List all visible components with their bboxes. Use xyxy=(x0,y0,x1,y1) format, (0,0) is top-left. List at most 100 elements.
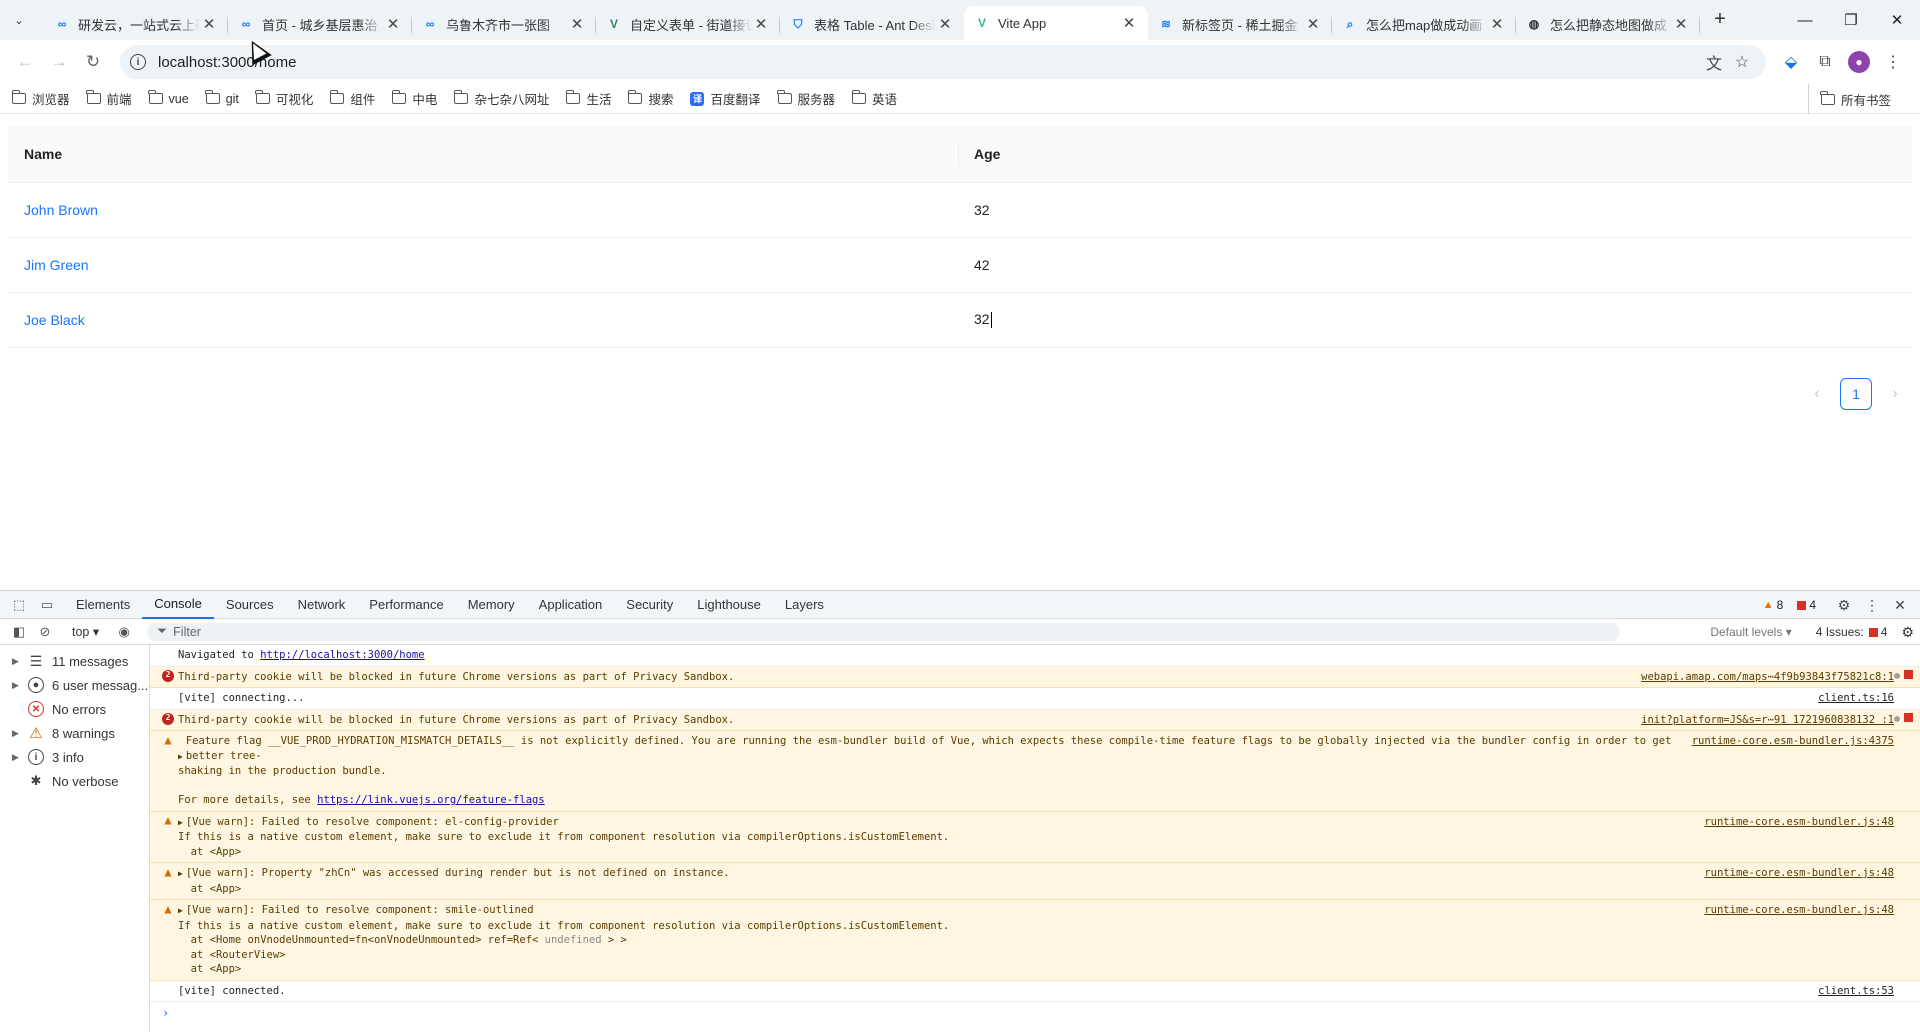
expand-arrow-icon[interactable]: ▶ xyxy=(178,869,183,878)
bookmark-item[interactable]: 前端 xyxy=(86,89,132,108)
close-window-button[interactable]: ✕ xyxy=(1874,0,1920,40)
expand-arrow-icon[interactable]: ▶ xyxy=(178,906,183,915)
close-tab-icon[interactable]: ✕ xyxy=(200,15,218,33)
devtools-tab-lighthouse[interactable]: Lighthouse xyxy=(685,591,773,619)
browser-tab[interactable]: ∞ 研发云，一站式云上研发✕ xyxy=(44,8,228,40)
expand-arrow-icon[interactable]: ▶ xyxy=(12,680,22,691)
bookmark-item[interactable]: vue xyxy=(148,89,189,108)
address-bar[interactable]: i localhost:3000/home 文 ☆ xyxy=(120,45,1766,79)
message-source-link[interactable]: runtime-core.esm-bundler.js:48 xyxy=(1704,866,1894,881)
devtools-tab-security[interactable]: Security xyxy=(614,591,685,619)
bookmark-item[interactable]: 可视化 xyxy=(255,89,313,108)
error-count[interactable]: 4 xyxy=(1809,598,1816,612)
close-devtools-icon[interactable]: ✕ xyxy=(1886,597,1914,614)
close-tab-icon[interactable]: ✕ xyxy=(384,15,402,33)
sidebar-item-warning[interactable]: ▶ ⚠ 8 warnings xyxy=(0,721,149,745)
name-link[interactable]: Joe Black xyxy=(24,312,85,328)
close-tab-icon[interactable]: ✕ xyxy=(1488,15,1506,33)
console-prompt-input[interactable]: › xyxy=(150,1002,1920,1020)
inspect-element-icon[interactable]: ⬚ xyxy=(8,597,30,613)
close-tab-icon[interactable]: ✕ xyxy=(1120,14,1138,32)
sidebar-item-verbose[interactable]: ✱ No verbose xyxy=(0,769,149,793)
browser-tab[interactable]: ⌕ 怎么把map做成动画 ✕ xyxy=(1332,8,1516,40)
message-source-link[interactable]: runtime-core.esm-bundler.js:4375 xyxy=(1692,734,1894,749)
all-bookmarks-button[interactable]: 所有书签 xyxy=(1807,84,1891,114)
issue-icon[interactable] xyxy=(1904,712,1913,722)
bookmark-item[interactable]: 组件 xyxy=(329,89,375,108)
devtools-tab-memory[interactable]: Memory xyxy=(456,591,527,619)
close-tab-icon[interactable]: ✕ xyxy=(752,15,770,33)
expand-arrow-icon[interactable]: ▶ xyxy=(12,656,22,667)
bookmark-star-icon[interactable]: ☆ xyxy=(1728,52,1756,72)
warning-count[interactable]: 8 xyxy=(1777,598,1784,612)
close-tab-icon[interactable]: ✕ xyxy=(936,15,954,33)
bookmark-item[interactable]: 搜索 xyxy=(627,89,673,108)
close-tab-icon[interactable]: ✕ xyxy=(568,15,586,33)
translate-icon[interactable]: 文 xyxy=(1700,50,1728,74)
log-levels-select[interactable]: Default levels ▾ xyxy=(1710,625,1791,639)
minimize-button[interactable]: — xyxy=(1782,0,1828,40)
console-filter-input[interactable]: ⏷ Filter xyxy=(147,622,1620,641)
expand-arrow-icon[interactable]: ▶ xyxy=(12,752,22,763)
devtools-tab-performance[interactable]: Performance xyxy=(357,591,455,619)
devtools-tab-sources[interactable]: Sources xyxy=(214,591,286,619)
sidebar-item-info[interactable]: ▶ i 3 info xyxy=(0,745,149,769)
restore-button[interactable]: ❐ xyxy=(1828,0,1874,40)
new-tab-button[interactable]: + xyxy=(1706,5,1734,33)
devtools-tab-console[interactable]: Console xyxy=(142,591,214,619)
back-button[interactable]: ← xyxy=(10,47,40,77)
bookmark-item[interactable]: 杂七杂八网址 xyxy=(453,89,549,108)
close-tab-icon[interactable]: ✕ xyxy=(1304,15,1322,33)
bookmark-item[interactable]: 中电 xyxy=(391,89,437,108)
device-toolbar-icon[interactable]: ▭ xyxy=(36,597,58,613)
bookmark-item[interactable]: git xyxy=(205,89,239,108)
devtools-tab-network[interactable]: Network xyxy=(286,591,358,619)
profile-avatar[interactable]: ● xyxy=(1842,47,1876,77)
bookmark-item[interactable]: 英语 xyxy=(851,89,897,108)
extensions-puzzle-icon[interactable]: ⧉ xyxy=(1808,47,1842,77)
tab-search-button[interactable]: ⌄ xyxy=(8,9,30,31)
console-settings-icon[interactable]: ⚙ xyxy=(1901,624,1914,641)
browser-tab[interactable]: ∞ 首页 - 城乡基层惠治 ✕ xyxy=(228,8,412,40)
issues-button[interactable]: 4 Issues: 4 xyxy=(1816,625,1888,639)
settings-gear-icon[interactable]: ⚙ xyxy=(1830,597,1858,614)
next-page-button[interactable]: › xyxy=(1880,378,1910,410)
message-link[interactable]: https://link.vuejs.org/feature-flags xyxy=(317,794,545,806)
url-text[interactable]: localhost:3000/home xyxy=(158,54,1700,71)
bookmark-item[interactable]: 译百度翻译 xyxy=(690,89,761,108)
name-link[interactable]: Jim Green xyxy=(24,257,89,273)
extension-pin-icon[interactable]: ⬙ xyxy=(1774,47,1808,77)
page-item-current[interactable]: 1 xyxy=(1840,378,1872,410)
expand-arrow-icon[interactable]: ▶ xyxy=(178,818,183,827)
browser-tab[interactable]: ◍ 怎么把静态地图做成 ✕ xyxy=(1516,8,1700,40)
browser-tab[interactable]: ⛉ 表格 Table - Ant Design ✕ xyxy=(780,8,964,40)
forward-button[interactable]: → xyxy=(44,47,74,77)
reload-button[interactable]: ↻ xyxy=(78,47,108,77)
sidebar-item-error[interactable]: ✕ No errors xyxy=(0,697,149,721)
message-source-link[interactable]: runtime-core.esm-bundler.js:48 xyxy=(1704,815,1894,830)
prev-page-button[interactable]: ‹ xyxy=(1802,378,1832,410)
browser-tab[interactable]: ≋ 新标签页 - 稀土掘金 ✕ xyxy=(1148,8,1332,40)
message-link[interactable]: http://localhost:3000/home xyxy=(260,649,424,661)
live-expression-eye-icon[interactable]: ◉ xyxy=(113,624,135,640)
name-link[interactable]: John Brown xyxy=(24,202,98,218)
bookmark-item[interactable]: 浏览器 xyxy=(11,89,70,108)
clear-console-icon[interactable]: ⊘ xyxy=(34,624,56,640)
browser-tab[interactable]: ∞ 乌鲁木齐市一张图 ✕ xyxy=(412,8,596,40)
expand-arrow-icon[interactable]: ▶ xyxy=(178,752,183,761)
close-tab-icon[interactable]: ✕ xyxy=(1672,15,1690,33)
message-source-link[interactable]: runtime-core.esm-bundler.js:48 xyxy=(1704,903,1894,918)
issue-icon[interactable] xyxy=(1904,669,1913,679)
more-options-icon[interactable]: ⋮ xyxy=(1858,597,1886,614)
sidebar-item-user[interactable]: ▶ ● 6 user messag... xyxy=(0,673,149,697)
devtools-tab-application[interactable]: Application xyxy=(527,591,615,619)
message-source-link[interactable]: webapi.amap.com/maps⋯4f9b93843f75821c8:1 xyxy=(1641,670,1894,685)
sidebar-item-list[interactable]: ▶ ☰ 11 messages xyxy=(0,649,149,673)
message-source-link[interactable]: client.ts:16 xyxy=(1818,691,1894,706)
browser-menu-icon[interactable]: ⋮ xyxy=(1876,47,1910,77)
bookmark-item[interactable]: 服务器 xyxy=(777,89,835,108)
expand-arrow-icon[interactable]: ▶ xyxy=(12,728,22,739)
browser-tab[interactable]: V Vite App ✕ xyxy=(964,6,1148,40)
context-select[interactable]: top ▾ xyxy=(60,624,107,639)
devtools-tab-elements[interactable]: Elements xyxy=(64,591,142,619)
